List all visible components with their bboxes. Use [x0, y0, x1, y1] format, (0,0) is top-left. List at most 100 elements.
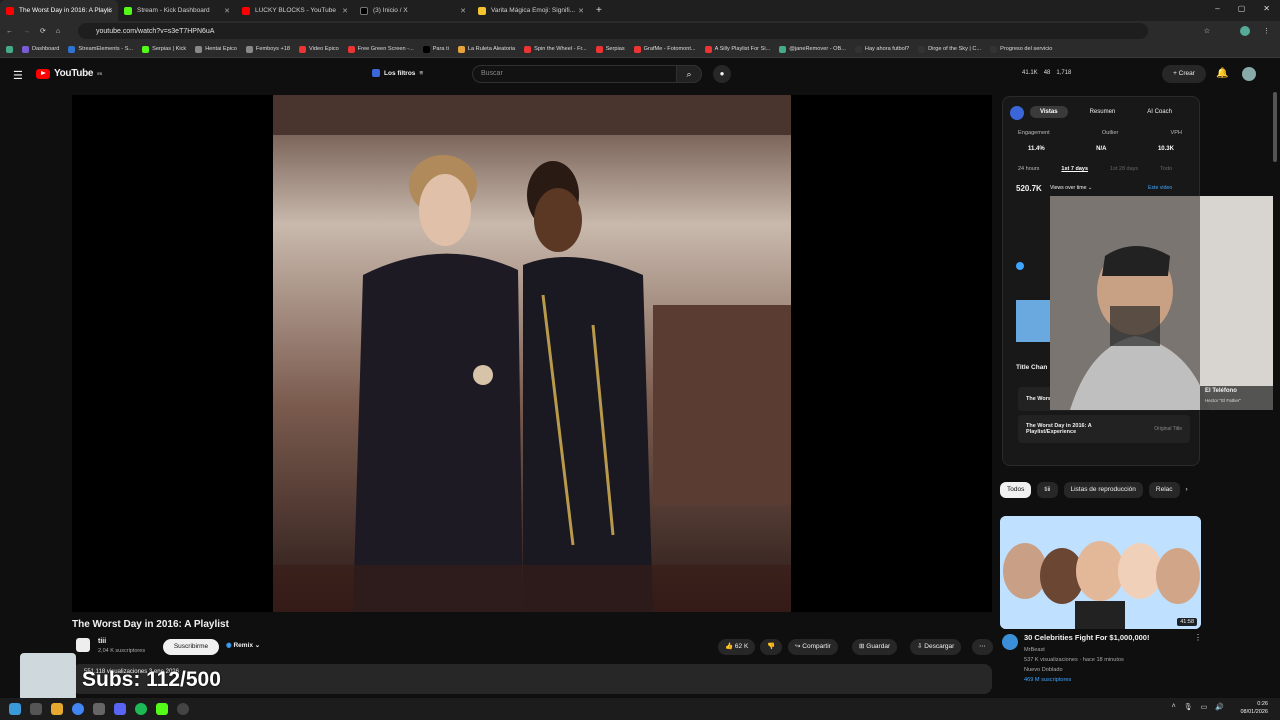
tab-resumen[interactable]: Resumen: [1080, 106, 1126, 118]
range-all[interactable]: Todo: [1160, 166, 1172, 172]
bookmark-item[interactable]: Progreso del servicio: [990, 45, 1053, 53]
volume-icon[interactable]: 🔊: [1215, 703, 1224, 711]
spotify-icon[interactable]: [135, 703, 147, 715]
channel-info[interactable]: tiii 2,04 K suscriptores: [76, 638, 145, 654]
close-window-button[interactable]: ✕: [1263, 4, 1270, 13]
bookmark-item[interactable]: Femboys +18: [245, 45, 290, 53]
reload-icon[interactable]: ⟳: [40, 27, 46, 35]
app-icon[interactable]: [93, 703, 105, 715]
search-button[interactable]: ⌕: [676, 65, 702, 83]
chevron-right-icon[interactable]: ›: [1186, 482, 1188, 498]
save-button[interactable]: ⊞ Guardar: [852, 639, 898, 655]
minimize-button[interactable]: –: [1215, 4, 1219, 13]
dislike-button[interactable]: 👎: [760, 639, 783, 655]
channel-avatar[interactable]: [1002, 634, 1018, 650]
avatar[interactable]: [1242, 67, 1256, 81]
title-tag: Original Title: [1154, 426, 1182, 432]
close-tab-icon[interactable]: ✕: [460, 7, 466, 15]
chevron-up-icon[interactable]: ˄: [1172, 703, 1176, 711]
download-button[interactable]: ⇩ Descargar: [910, 639, 962, 655]
bookmark-item[interactable]: La Ruleta Aleatoria: [457, 45, 515, 53]
create-button[interactable]: + Crear: [1162, 65, 1206, 83]
search-taskbar-icon[interactable]: [30, 703, 42, 715]
folder-icon[interactable]: [51, 703, 63, 715]
remix-button[interactable]: ◉ Remix ⌄: [226, 641, 260, 649]
bookmark-item[interactable]: Hentai Epico: [195, 45, 237, 53]
chip-playlists[interactable]: Listas de reproducción: [1063, 482, 1143, 498]
recommended-thumbnail[interactable]: 41:58: [1000, 516, 1201, 629]
este-video-legend: Este video: [1148, 185, 1173, 191]
channel-avatar[interactable]: [76, 638, 90, 652]
bookmark-icon: [524, 45, 532, 53]
bookmark-item[interactable]: Video Epico: [298, 45, 339, 53]
like-button[interactable]: 👍 62 K: [718, 639, 756, 655]
home-icon[interactable]: ⌂: [56, 28, 60, 35]
recommended-channel[interactable]: MrBeast: [1024, 645, 1124, 655]
bookmark-item[interactable]: Dirge of the Sky | C...: [918, 45, 981, 53]
bookmark-icon: [22, 45, 29, 53]
bookmark-item[interactable]: A Silly Playlist For Si...: [704, 45, 770, 53]
close-tab-icon[interactable]: ✕: [342, 7, 348, 15]
browser-tab[interactable]: Stream - Kick Dashboard ✕: [118, 0, 236, 21]
tab-vistas[interactable]: Vistas: [1030, 106, 1068, 118]
video-player[interactable]: [72, 95, 992, 612]
bookmark-item[interactable]: Serpias | Kick: [142, 45, 186, 53]
more-actions-button[interactable]: ⋯: [972, 639, 993, 655]
chip-related[interactable]: Relac: [1148, 482, 1180, 498]
network-icon[interactable]: ▭: [1201, 703, 1208, 711]
kick-taskbar-icon[interactable]: [156, 703, 168, 715]
browser-menu-icon[interactable]: ⋮: [1263, 27, 1270, 35]
voice-search-button[interactable]: ●: [713, 65, 731, 83]
forward-icon[interactable]: →: [23, 28, 30, 35]
bookmark-star-icon[interactable]: ☆: [1204, 27, 1210, 35]
browser-tab[interactable]: The Worst Day in 2016: A Playlist ✕: [0, 0, 118, 21]
bookmark-item[interactable]: @janeRemover - OB...: [779, 45, 846, 53]
scrollbar[interactable]: [1273, 92, 1277, 162]
bookmark-item[interactable]: StreamElements - S...: [68, 45, 133, 53]
bell-icon[interactable]: 🔔: [1216, 68, 1228, 79]
search-input[interactable]: Buscar: [472, 65, 702, 83]
browser-tab[interactable]: Varita Mágica Emoji: Signifi... ✕: [472, 0, 590, 21]
bookmark-item[interactable]: Serpias: [595, 45, 625, 53]
url-input[interactable]: youtube.com/watch?v=s3eT7HPN6uA: [78, 23, 1148, 39]
channel-name[interactable]: tiii: [98, 638, 106, 645]
range-7d[interactable]: 1st 7 days: [1061, 166, 1088, 172]
more-icon[interactable]: ⋮: [1194, 633, 1202, 642]
discord-icon[interactable]: [114, 703, 126, 715]
subscribe-button[interactable]: Suscribirme: [163, 639, 219, 655]
back-icon[interactable]: ←: [6, 28, 13, 35]
chrome-icon[interactable]: [72, 703, 84, 715]
bookmark-item[interactable]: Para ti: [422, 45, 449, 53]
profile-icon[interactable]: [1240, 26, 1250, 36]
range-28d[interactable]: 1st 28 days: [1110, 166, 1138, 172]
close-tab-icon[interactable]: ✕: [578, 7, 584, 15]
clock[interactable]: 0:26 08/01/2026: [1240, 700, 1268, 716]
range-24h[interactable]: 24 hours: [1018, 166, 1039, 172]
maximize-button[interactable]: ▢: [1238, 4, 1246, 13]
browser-tab[interactable]: LUCKY BLOCKS - YouTube ✕: [236, 0, 354, 21]
bookmark-item[interactable]: GrafMe - Fotomont...: [633, 45, 696, 53]
new-tab-button[interactable]: +: [596, 5, 602, 16]
recommended-title[interactable]: 30 Celebrities Fight For $1,000,000!: [1024, 633, 1149, 642]
menu-icon[interactable]: ☰: [13, 69, 23, 82]
views-over-time-dropdown[interactable]: Views over time ⌄: [1050, 185, 1092, 191]
bookmark-label: Progreso del servicio: [1000, 46, 1053, 52]
apps-icon[interactable]: [6, 45, 13, 53]
close-tab-icon[interactable]: ✕: [106, 7, 112, 15]
bookmark-item[interactable]: Dashboard: [22, 45, 59, 53]
bookmark-item[interactable]: Free Green Screen -...: [347, 45, 414, 53]
start-icon[interactable]: [9, 703, 21, 715]
bookmark-item[interactable]: Spin the Wheel - Fr...: [524, 45, 587, 53]
filters-button[interactable]: Los filtros ≡: [372, 69, 423, 77]
chip-channel[interactable]: tiii: [1037, 482, 1058, 498]
share-button[interactable]: ↪ Compartir: [788, 639, 838, 655]
browser-tab[interactable]: (3) Inicio / X ✕: [354, 0, 472, 21]
tab-ai-coach[interactable]: AI Coach: [1137, 106, 1182, 118]
bookmark-item[interactable]: Hay ahora futbol?: [854, 45, 909, 53]
browser-tab-bar: The Worst Day in 2016: A Playlist ✕ Strea…: [0, 0, 1280, 21]
obs-icon[interactable]: [177, 703, 189, 715]
mic-tray-icon[interactable]: 🎙: [1184, 703, 1193, 711]
chip-todos[interactable]: Todos: [1000, 482, 1032, 498]
close-tab-icon[interactable]: ✕: [224, 7, 230, 15]
youtube-logo[interactable]: YouTube ES: [36, 68, 102, 79]
